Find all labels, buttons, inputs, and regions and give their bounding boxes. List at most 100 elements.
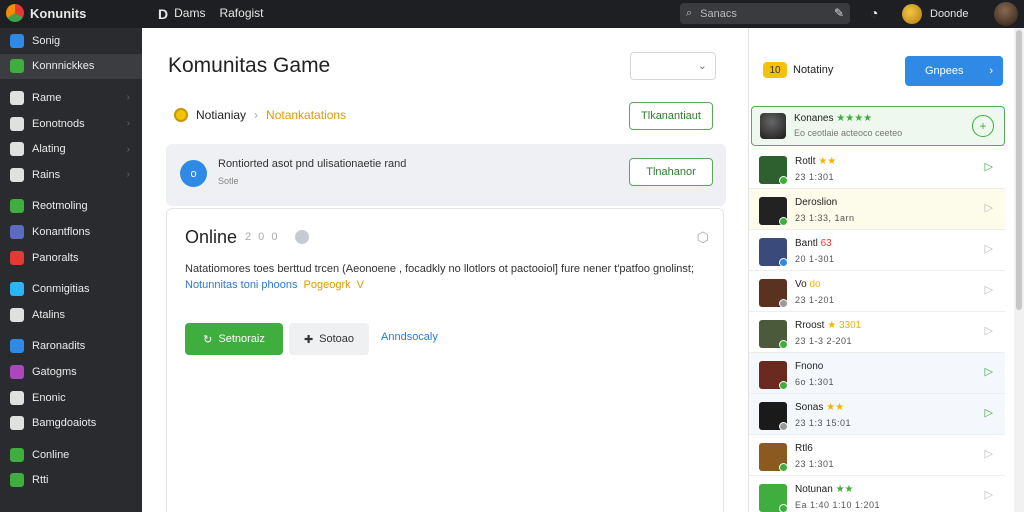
sidebar-item[interactable]: Rame › (0, 85, 142, 111)
sidebar-item[interactable]: Konnnickkes (0, 53, 142, 80)
outline-button-1[interactable]: Tlkanantiaut (629, 102, 713, 130)
game-title: Fnono (795, 361, 823, 372)
status-dot-icon (779, 176, 788, 185)
sidebar-item[interactable]: Reotmoling (0, 194, 142, 220)
text-link-button[interactable]: Anndsocaly (381, 331, 438, 343)
game-row[interactable]: Notunan ★★ Ea 1:40 1:10 1:201 ▷ (749, 476, 1005, 512)
game-row[interactable]: Deroslion 23 1:33, 1arn ▷ (749, 189, 1005, 230)
add-icon[interactable]: + (972, 115, 994, 137)
brand[interactable]: Konunits (6, 4, 86, 22)
play-icon[interactable]: ▷ (985, 242, 993, 255)
notifications[interactable]: 10 Notatiny (763, 62, 833, 78)
play-icon[interactable]: ▷ (985, 201, 993, 214)
sidebar-item[interactable]: Panoralts (0, 245, 142, 271)
game-row[interactable]: Rroost ★ 3301 23 1-3 2-201 ▷ (749, 312, 1005, 353)
sidebar-item[interactable]: Atalins (0, 302, 142, 328)
sidebar-item[interactable]: Eonotnods › (0, 111, 142, 137)
sidebar-item-icon (10, 339, 24, 354)
gamepad-icon: ✚ (303, 333, 314, 346)
game-title: Sonas ★★ (795, 402, 844, 413)
user-avatar (902, 4, 922, 24)
sidebar-item[interactable]: Sonig (0, 28, 142, 54)
breadcrumb-item-1[interactable]: Notianiay (196, 108, 246, 122)
play-icon[interactable]: ▷ (985, 160, 993, 173)
sidebar-item[interactable]: Rains › (0, 162, 142, 188)
game-row[interactable]: Rotlt ★★ 23 1:301 ▷ (749, 148, 1005, 189)
filter-dropdown[interactable]: ⌄ (630, 52, 716, 80)
sidebar-item-label: Atalins (32, 308, 66, 321)
game-meta: 23 1:301 (795, 459, 835, 469)
card-link-orange[interactable]: Pogeogrk (304, 279, 351, 291)
sidebar-item-label: Bamgdoaiots (32, 417, 97, 430)
top-nav: D Dams Rafogist (158, 6, 264, 22)
sidebar-item-label: Alating (32, 143, 66, 156)
outline-button-2[interactable]: Tlnahanor (629, 158, 713, 186)
status-icon (295, 230, 309, 244)
game-meta: 23 1:33, 1arn (795, 213, 855, 223)
game-title: Rotlt ★★ (795, 156, 836, 167)
play-icon[interactable]: ▷ (985, 365, 993, 378)
clock-icon[interactable]: ◔ (870, 5, 878, 21)
game-meta: 23 1:301 (795, 172, 835, 182)
featured-game[interactable]: Konanes ★★★★ Eo ceotlaie acteoco ceeteo … (751, 106, 1005, 146)
secondary-button-label: Sotoao (319, 333, 355, 345)
play-icon[interactable]: ▷ (985, 283, 993, 296)
card-link-blue[interactable]: Notunnitas toni phoons (185, 279, 298, 291)
game-row[interactable]: Vo do 23 1-201 ▷ (749, 271, 1005, 312)
rating-stars-icon: ★★ (818, 156, 837, 167)
right-panel: 10 Notatiny Gnpees › Konanes ★★★★ Eo ceo… (748, 28, 1024, 512)
breadcrumb-item-2[interactable]: Notankatations (266, 108, 346, 122)
game-row[interactable]: Rtl6 23 1:301 ▷ (749, 435, 1005, 476)
game-row[interactable]: Bantl 63 20 1-301 ▷ (749, 230, 1005, 271)
sidebar-item-label: Conmigitias (32, 283, 90, 296)
game-title: Notunan ★★ (795, 484, 854, 495)
scrollbar-thumb[interactable] (1016, 30, 1022, 310)
sidebar: Sonig Konnnickkes Rame › Eonotnods › Alating › R… (0, 28, 142, 512)
sidebar-item[interactable]: Conmigitias (0, 276, 142, 302)
sidebar-item[interactable]: Bamgdoaiots (0, 410, 142, 436)
notification-label: Notatiny (793, 64, 834, 76)
secondary-button[interactable]: ✚ Sotoao (289, 323, 369, 355)
sidebar-item-label: Sonig (32, 34, 61, 47)
sidebar-item-label: Konnnickkes (32, 60, 95, 73)
info-icon: o (180, 160, 207, 187)
sidebar-item[interactable]: Conline (0, 442, 142, 468)
game-row[interactable]: Fnono 6o 1:301 ▷ (749, 353, 1005, 394)
primary-button[interactable]: ↻ Setnoraiz (185, 323, 283, 355)
sidebar-item[interactable]: Raronadits (0, 334, 142, 360)
play-icon[interactable]: ▷ (985, 447, 993, 460)
game-title: Vo do (795, 279, 821, 290)
profile-avatar[interactable] (994, 2, 1018, 26)
main-content: Komunitas Game ⌄ Notianiay › Notankatati… (142, 28, 748, 512)
top-nav-d[interactable]: D (158, 6, 168, 22)
blue-action-button[interactable]: Gnpees › (905, 56, 1003, 86)
sidebar-item[interactable]: Enonic (0, 385, 142, 411)
top-nav-item-games[interactable]: Dams (174, 6, 205, 22)
sidebar-item[interactable]: Rtti (0, 468, 142, 494)
sidebar-item-icon (10, 142, 24, 157)
sidebar-item-label: Gatogms (32, 365, 77, 378)
game-meta: 23 1-3 2-201 (795, 336, 853, 346)
share-icon[interactable]: ⬡ (697, 229, 709, 246)
search-placeholder: Sanacs (700, 7, 737, 20)
chevron-right-icon: › (126, 169, 130, 181)
play-icon[interactable]: ▷ (985, 488, 993, 501)
rating-stars-icon: ★★ (835, 484, 854, 495)
play-icon[interactable]: ▷ (985, 324, 993, 337)
top-nav-item-2[interactable]: Rafogist (219, 6, 263, 22)
sidebar-item[interactable]: Gatogms (0, 359, 142, 385)
card-link-orange-icon: V (356, 279, 364, 291)
edit-icon[interactable]: ✎ (834, 6, 844, 20)
game-row[interactable]: Sonas ★★ 23 1:3 15:01 ▷ (749, 394, 1005, 435)
chevron-down-icon: ⌄ (697, 60, 707, 72)
sidebar-item-label: Rains (32, 168, 61, 181)
scrollbar[interactable] (1014, 28, 1024, 512)
play-icon[interactable]: ▷ (985, 406, 993, 419)
search-input[interactable]: ⌕ Sanacs ✎ (680, 3, 850, 24)
featured-name: Konanes ★★★★ (794, 113, 873, 124)
user-menu[interactable]: Doonde (902, 4, 969, 24)
sidebar-item[interactable]: Konantflons (0, 219, 142, 245)
game-list: Rotlt ★★ 23 1:301 ▷ Deroslion 23 1:33, 1arn… (749, 148, 1005, 512)
featured-avatar (760, 113, 786, 139)
sidebar-item[interactable]: Alating › (0, 136, 142, 162)
